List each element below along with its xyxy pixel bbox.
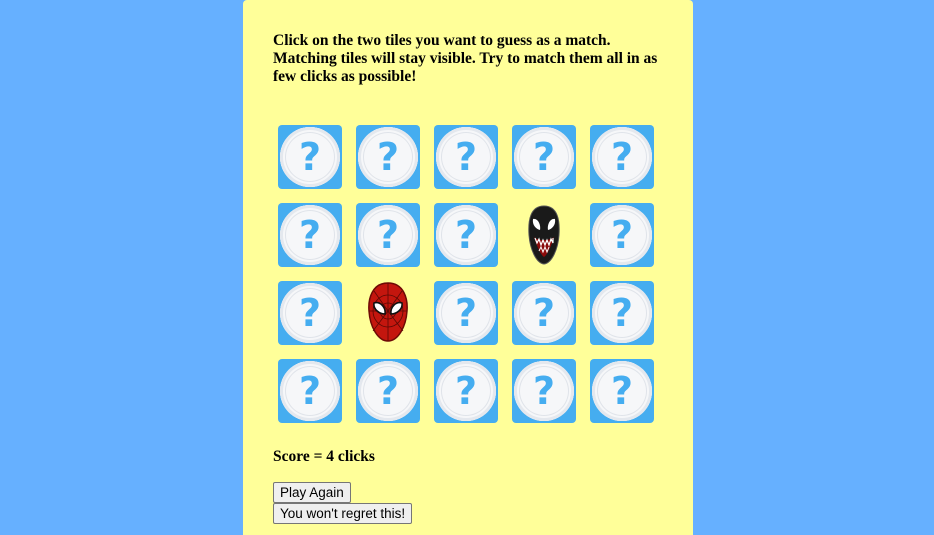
question-mark-icon: ? [532,291,556,335]
question-mark-icon: ? [376,213,400,257]
memory-tile[interactable] [512,203,576,267]
instructions-text: Click on the two tiles you want to guess… [273,32,658,85]
regret-button[interactable]: You won't regret this! [273,503,413,524]
question-mark-icon: ? [298,369,322,413]
question-mark-icon: ? [610,369,634,413]
question-mark-icon: ? [454,213,478,257]
question-mark-icon: ? [610,135,634,179]
play-again-button[interactable]: Play Again [273,482,351,503]
memory-tile[interactable]: ? [278,203,342,267]
memory-tile[interactable]: ? [278,359,342,423]
question-mark-icon: ? [454,291,478,335]
memory-tile[interactable]: ? [356,125,420,189]
memory-tile[interactable]: ? [356,359,420,423]
question-mark-icon: ? [298,213,322,257]
memory-tile[interactable]: ? [278,281,342,345]
question-mark-icon: ? [376,369,400,413]
memory-tile[interactable]: ? [434,281,498,345]
question-mark-icon: ? [610,213,634,257]
question-mark-icon: ? [610,291,634,335]
memory-tile[interactable]: ? [434,359,498,423]
question-mark-icon: ? [298,135,322,179]
memory-tile[interactable]: ? [434,203,498,267]
memory-tile[interactable]: ? [434,125,498,189]
memory-tile[interactable]: ? [590,125,654,189]
venom-mask-icon [512,203,576,267]
question-mark-icon: ? [532,135,556,179]
score-text: Score = 4 clicks [273,448,375,465]
question-mark-icon: ? [298,291,322,335]
memory-tile[interactable]: ? [512,281,576,345]
tile-grid: ?????????????????? [278,125,654,423]
memory-tile[interactable]: ? [590,359,654,423]
game-panel: Click on the two tiles you want to guess… [243,0,693,535]
question-mark-icon: ? [454,135,478,179]
question-mark-icon: ? [532,369,556,413]
memory-tile[interactable]: ? [590,203,654,267]
memory-tile[interactable]: ? [590,281,654,345]
spiderman-mask-icon [356,281,420,345]
memory-tile[interactable]: ? [356,203,420,267]
question-mark-icon: ? [454,369,478,413]
memory-tile[interactable] [356,281,420,345]
memory-tile[interactable]: ? [512,125,576,189]
memory-tile[interactable]: ? [512,359,576,423]
question-mark-icon: ? [376,135,400,179]
memory-tile[interactable]: ? [278,125,342,189]
